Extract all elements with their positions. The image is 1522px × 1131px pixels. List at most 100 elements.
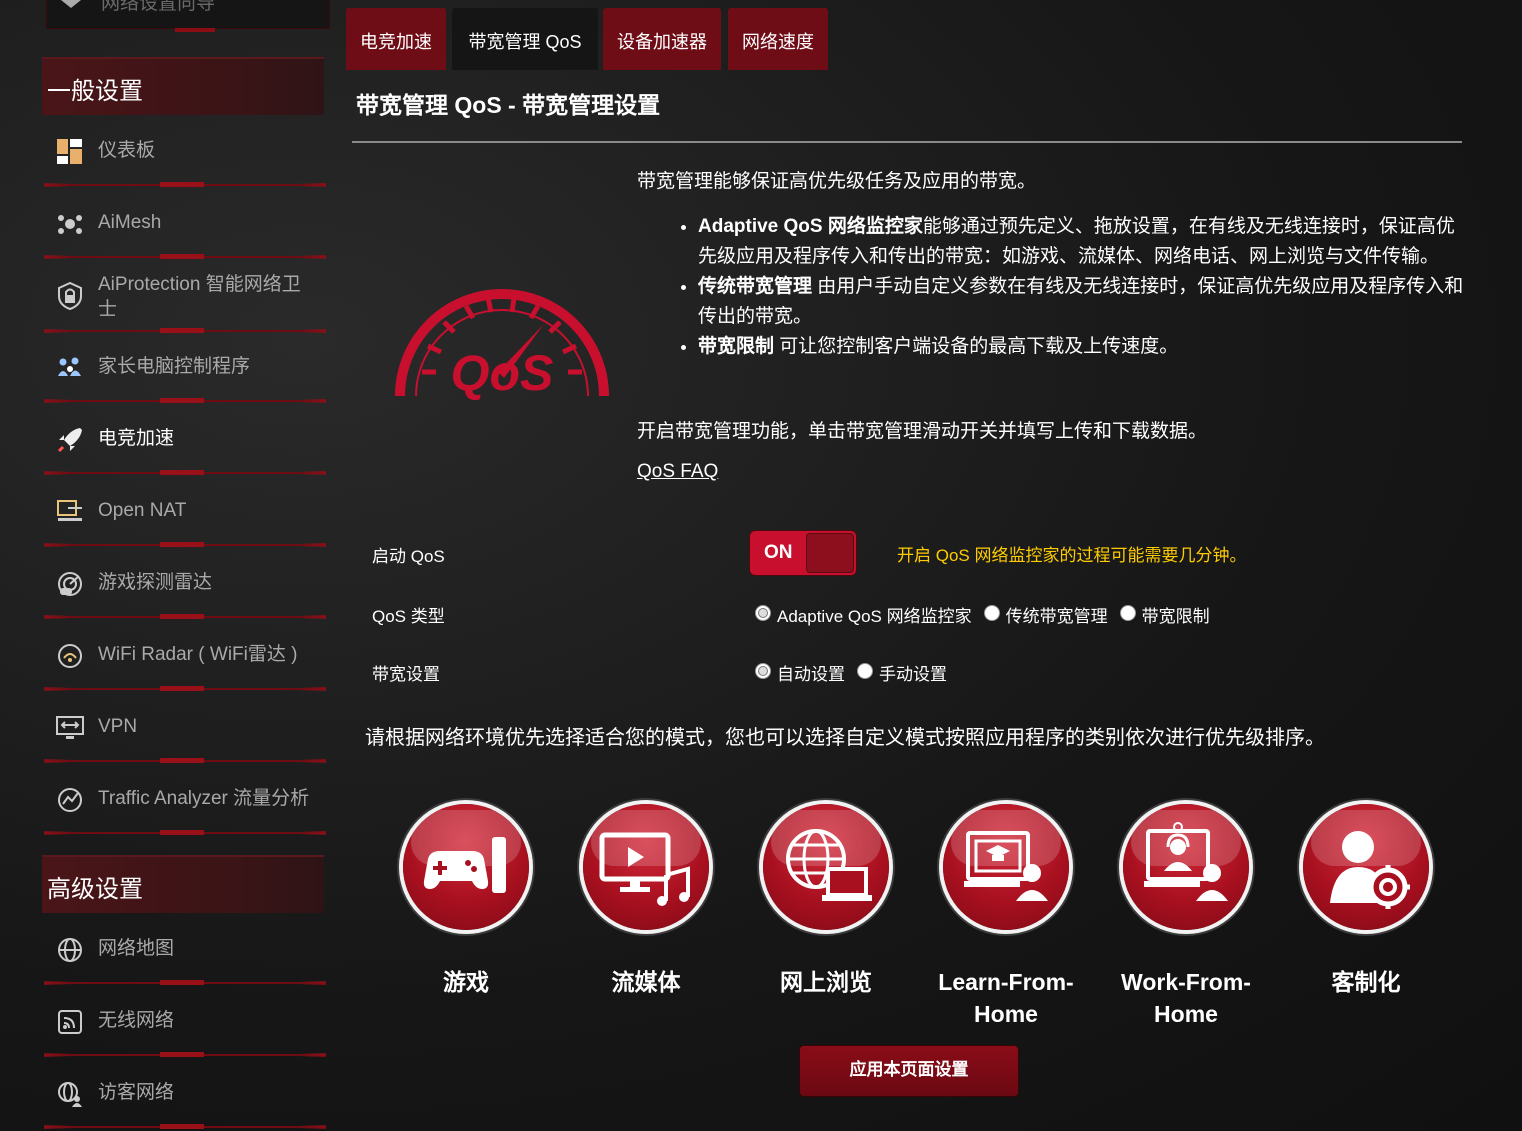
enable-qos-label: 启动 QoS — [372, 547, 445, 566]
sidebar-item-label: AiMesh — [98, 212, 162, 233]
tab-device-accelerator[interactable]: 设备加速器 — [603, 8, 721, 70]
tab-label: 设备加速器 — [617, 32, 707, 52]
mode-learn-from-home[interactable]: Learn-From- Home — [916, 804, 1096, 1030]
svg-text:QoS: QoS — [451, 345, 554, 401]
mode-label: 网上浏览 — [780, 969, 872, 995]
apply-settings-button[interactable]: 应用本页面设置 — [800, 1046, 1018, 1096]
sidebar-item-wifi-radar[interactable]: WiFi Radar ( WiFi雷达 ) — [42, 620, 326, 691]
mode-label: Work-From- Home — [1121, 969, 1251, 1027]
mode-circle — [943, 804, 1069, 930]
radio-label: 手动设置 — [879, 665, 947, 684]
wizard-icon — [61, 0, 81, 8]
sidebar-item-wireless[interactable]: 无线网络 — [42, 986, 326, 1057]
mode-customize[interactable]: 客制化 — [1276, 804, 1456, 998]
dashboard-icon — [57, 139, 82, 164]
divider — [44, 542, 326, 547]
game-radar-icon — [58, 572, 82, 596]
toggle-state: ON — [764, 542, 793, 563]
sidebar-item-label: 电竞加速 — [98, 428, 175, 449]
feature-name: 带宽限制 — [698, 336, 775, 357]
sidebar-item-label: AiProtection 智能网络卫士 — [98, 274, 301, 320]
sidebar-item-label: 网络设置向导 — [101, 0, 216, 14]
mode-label: Learn-From- Home — [938, 969, 1074, 1027]
mode-selection-intro: 请根据网络环境优先选择适合您的模式，您也可以选择自定义模式按照应用程序的类别依次… — [365, 727, 1325, 749]
vpn-icon — [56, 716, 84, 739]
guest-network-icon — [58, 1082, 82, 1107]
bandwidth-radio-group: 自动设置 手动设置 — [755, 660, 959, 685]
sidebar-item-aimesh[interactable]: AiMesh — [42, 188, 326, 259]
divider — [44, 614, 326, 619]
mode-circle — [763, 804, 889, 930]
divider — [44, 830, 326, 835]
sidebar-item-label: 游戏探测雷达 — [98, 572, 213, 593]
bandwidth-setting-label: 带宽设置 — [372, 665, 440, 684]
enable-qos-toggle[interactable]: ON — [750, 531, 856, 575]
open-nat-icon — [57, 500, 82, 521]
title-divider — [352, 141, 1462, 143]
sidebar-item-game-boost[interactable]: 电竞加速 — [42, 404, 326, 475]
qos-feature-list: Adaptive QoS 网络监控家能够通过预先定义、拖放设置，在有线及无线连接… — [672, 212, 1468, 362]
sidebar-item-open-nat[interactable]: Open NAT — [42, 476, 326, 547]
gamepad-icon — [423, 837, 506, 893]
wifi-radar-icon — [58, 644, 82, 668]
aimesh-icon — [58, 215, 82, 234]
mode-web-browsing[interactable]: 网上浏览 — [736, 804, 916, 998]
sidebar-item-label: 访客网络 — [98, 1082, 175, 1103]
sidebar-item-dashboard[interactable]: 仪表板 — [42, 116, 326, 187]
rocket-icon — [57, 428, 82, 453]
tab-label: 电竞加速 — [360, 32, 432, 52]
divider — [44, 1052, 326, 1057]
sidebar: 网络设置向导 一般设置 仪表板 AiMesh AiProtection 智能网络… — [42, 0, 330, 1131]
tab-label: 带宽管理 QoS — [468, 32, 582, 52]
sidebar-item-aiprotection[interactable]: AiProtection 智能网络卫士 — [42, 256, 326, 333]
work-from-home-icon — [1144, 822, 1228, 901]
sidebar-item-label: 家长电脑控制程序 — [98, 356, 251, 377]
mode-media-streaming[interactable]: 流媒体 — [556, 804, 736, 998]
wireless-icon — [58, 1010, 82, 1034]
qos-type-label: QoS 类型 — [372, 607, 445, 626]
sidebar-item-label: 网络地图 — [98, 938, 175, 959]
feature-description: 由用户手动自定义参数在有线及无线连接时，保证高优先级应用及程序传入和传出的带宽。 — [698, 276, 1464, 327]
mode-gaming[interactable]: 游戏 — [376, 804, 556, 998]
radio-traditional-qos[interactable] — [983, 604, 1000, 621]
tab-qos[interactable]: 带宽管理 QoS — [452, 8, 598, 70]
sidebar-item-game-radar[interactable]: 游戏探测雷达 — [42, 548, 326, 619]
radio-manual-setting[interactable] — [857, 662, 873, 679]
enable-qos-note: 开启 QoS 网络监控家的过程可能需要几分钟。 — [897, 546, 1247, 565]
radio-auto-setting[interactable] — [755, 662, 771, 679]
mode-circle — [583, 804, 709, 930]
divider — [44, 758, 326, 763]
media-streaming-icon — [599, 832, 690, 906]
sidebar-item-guest-network[interactable]: 访客网络 — [42, 1058, 326, 1129]
globe-icon — [58, 938, 82, 962]
divider — [44, 470, 326, 475]
qos-type-radio-group: Adaptive QoS 网络监控家 传统带宽管理 带宽限制 — [755, 602, 1222, 627]
traffic-analyzer-icon — [58, 788, 82, 812]
sidebar-item-vpn[interactable]: VPN — [42, 692, 326, 763]
customize-icon — [1330, 831, 1410, 909]
mode-circle — [1123, 804, 1249, 930]
feature-name: 传统带宽管理 — [698, 276, 813, 297]
sidebar-item-label: Traffic Analyzer 流量分析 — [98, 788, 310, 809]
tab-game-boost[interactable]: 电竞加速 — [346, 8, 446, 70]
sidebar-item-traffic-analyzer[interactable]: Traffic Analyzer 流量分析 — [42, 764, 326, 835]
mode-circle — [403, 804, 529, 930]
sidebar-item-network-wizard[interactable]: 网络设置向导 — [46, 0, 330, 32]
mode-label: 游戏 — [443, 969, 489, 995]
sidebar-item-parental-controls[interactable]: 家长电脑控制程序 — [42, 332, 326, 403]
mode-work-from-home[interactable]: Work-From- Home — [1096, 804, 1276, 1030]
sidebar-item-label: WiFi Radar ( WiFi雷达 ) — [98, 644, 298, 665]
divider — [44, 686, 326, 691]
sidebar-item-label: Open NAT — [98, 500, 187, 521]
sidebar-item-network-map[interactable]: 网络地图 — [42, 914, 326, 985]
radio-adaptive-qos[interactable] — [755, 604, 771, 621]
list-item: 带宽限制 可让您控制客户端设备的最高下载及上传速度。 — [698, 332, 1468, 362]
qos-faq-link[interactable]: QoS FAQ — [637, 461, 718, 483]
radio-label: 带宽限制 — [1141, 607, 1210, 626]
radio-bandwidth-limiter[interactable] — [1119, 604, 1136, 621]
divider — [44, 980, 326, 985]
radio-label: 传统带宽管理 — [1005, 607, 1108, 626]
tab-network-speed[interactable]: 网络速度 — [728, 8, 828, 70]
radio-label: 自动设置 — [777, 665, 845, 684]
family-icon — [58, 357, 81, 376]
